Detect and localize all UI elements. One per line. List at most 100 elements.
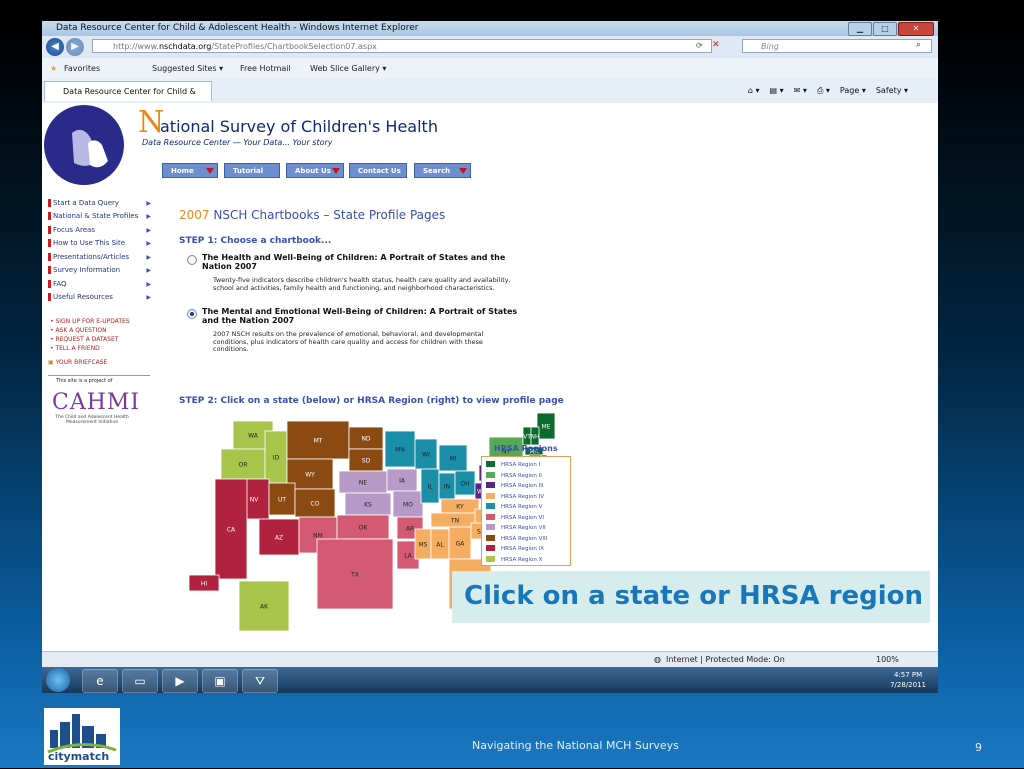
state-me[interactable]: ME [536,413,556,440]
state-sd[interactable]: SD [348,448,384,472]
state-ut[interactable]: UT [268,482,296,516]
feeds-icon[interactable]: ▤ ▾ [770,86,784,96]
sidebar-item-4[interactable]: How to Use This Site ▶ [48,239,151,247]
sidebar-item-8[interactable]: Useful Resources ▶ [48,293,151,301]
forward-icon[interactable]: ▶ [66,38,84,56]
state-label: OK [359,525,369,532]
refresh-icon[interactable]: ⟳ [696,41,703,50]
sidebar-item-7[interactable]: FAQ ▶ [48,280,151,288]
stop-icon[interactable]: ✕ [712,40,720,50]
state-id[interactable]: ID [264,430,288,484]
state-ca[interactable]: CA [214,478,248,580]
state-il[interactable]: IL [420,468,440,504]
media-taskbar-icon[interactable]: ▶ [162,669,198,693]
nav-tutorial[interactable]: Tutorial [224,163,280,178]
zoom-level[interactable]: 100% [876,655,899,664]
state-nh[interactable]: NH [531,426,540,446]
sidebar-link-4[interactable]: • TELL A FRIEND [50,345,100,352]
tab-active[interactable]: Data Resource Center for Child & Ado... [44,81,212,116]
print-icon[interactable]: ⎙ ▾ [817,86,830,96]
mail-icon[interactable]: ✉ ▾ [794,86,807,96]
legend-item-1[interactable]: HRSA Region I [486,461,540,468]
legend-item-7[interactable]: HRSA Region VII [486,524,546,531]
state-hi[interactable]: HI [188,574,220,592]
state-ne[interactable]: NE [338,470,388,494]
state-mo[interactable]: MO [392,490,424,518]
state-ak[interactable]: AK [238,580,290,632]
folder-taskbar-icon[interactable]: ▭ [122,669,158,693]
nav-contact-us[interactable]: Contact Us [349,163,407,178]
search-icon[interactable]: ⌕ [916,40,921,50]
sidebar-link-3[interactable]: • REQUEST A DATASET [50,336,118,343]
nav-about-us[interactable]: About Us [286,163,344,178]
legend-item-3[interactable]: HRSA Region III [486,482,544,489]
address-bar[interactable]: http://www.nschdata.org/StateProfiles/Ch… [92,39,712,53]
state-co[interactable]: CO [294,488,336,518]
page-menu[interactable]: Page ▾ [840,86,866,96]
state-ia[interactable]: IA [386,468,418,492]
favorites-button[interactable]: Favorites [64,64,100,73]
state-ks[interactable]: KS [344,492,392,516]
nav-home[interactable]: Home [162,163,218,178]
sidebar-item-1[interactable]: Start a Data Query ▶ [48,199,151,207]
state-al[interactable]: AL [430,528,450,560]
command-bar: ⌂ ▾ ▤ ▾ ✉ ▾ ⎙ ▾ Page ▾ Safety ▾ [748,86,908,96]
maximize-button[interactable]: □ [873,22,897,36]
legend-item-9[interactable]: HRSA Region IX [486,545,544,552]
sidebar-item-6[interactable]: Survey Information ▶ [48,266,151,274]
close-button[interactable]: ✕ [898,22,934,36]
back-icon[interactable]: ◀ [46,38,64,56]
search-input[interactable]: Bing [742,39,932,53]
state-label: KS [364,502,372,509]
web-slice-gallery-link[interactable]: Web Slice Gallery ▾ [310,64,386,73]
state-label: MN [395,447,405,454]
minimize-button[interactable]: ▁ [848,22,872,36]
powerpoint-taskbar-icon[interactable]: ▣ [202,669,238,693]
state-or[interactable]: OR [220,448,266,480]
safety-menu[interactable]: Safety ▾ [876,86,908,96]
state-in[interactable]: IN [438,472,456,500]
sidebar-link-2[interactable]: • ASK A QUESTION [50,327,107,334]
start-button[interactable] [46,668,70,692]
state-az[interactable]: AZ [258,518,300,556]
briefcase-link[interactable]: ▣ YOUR BRIEFCASE [48,359,107,366]
suggested-sites-link[interactable]: Suggested Sites ▾ [152,64,223,73]
state-ga[interactable]: GA [448,526,472,560]
state-label: GA [456,541,466,548]
state-ky[interactable]: KY [440,498,480,514]
acrobat-taskbar-icon[interactable]: ⛛ [242,669,278,693]
chartbook-radio-2[interactable] [187,309,197,319]
state-ms[interactable]: MS [414,528,432,560]
chartbook-radio-1[interactable] [187,255,197,265]
state-label: OH [460,481,469,488]
system-clock[interactable]: 4:57 PM 7/28/2011 [890,670,926,690]
state-label: WY [305,472,315,479]
state-wi[interactable]: WI [414,438,438,470]
cahmi-logo[interactable]: CAHMI [52,390,140,415]
legend-item-4[interactable]: HRSA Region IV [486,492,544,500]
citymatch-text: citymatch [48,750,110,763]
state-nd[interactable]: ND [348,426,384,450]
legend-item-10[interactable]: HRSA Region X [486,555,542,563]
sidebar-item-3[interactable]: Focus Areas ▶ [48,226,151,234]
state-oh[interactable]: OH [454,470,476,496]
nav-search[interactable]: Search [414,163,471,178]
sidebar-item-5[interactable]: Presentations/Articles ▶ [48,253,151,261]
state-label: UT [278,497,286,504]
ie-taskbar-icon[interactable]: e [82,669,118,693]
state-tx[interactable]: TX [316,538,394,610]
free-hotmail-link[interactable]: Free Hotmail [240,64,291,73]
sidebar-item-2[interactable]: National & State Profiles ▶ [48,212,151,220]
state-label: MI [450,456,457,463]
state-ok[interactable]: OK [336,514,390,540]
legend-item-6[interactable]: HRSA Region VI [486,513,544,521]
state-mi[interactable]: MI [438,444,468,472]
legend-item-2[interactable]: HRSA Region II [486,471,542,479]
state-mn[interactable]: MN [384,430,416,468]
legend-item-8[interactable]: HRSA Region VIII [486,534,547,542]
callout-box: Click on a state or HRSA region [452,571,930,623]
legend-item-5[interactable]: HRSA Region V [486,503,542,510]
sidebar-link-1[interactable]: • SIGN UP FOR E-UPDATES [50,318,130,325]
state-mt[interactable]: MT [286,420,350,460]
home-icon[interactable]: ⌂ ▾ [748,86,760,96]
